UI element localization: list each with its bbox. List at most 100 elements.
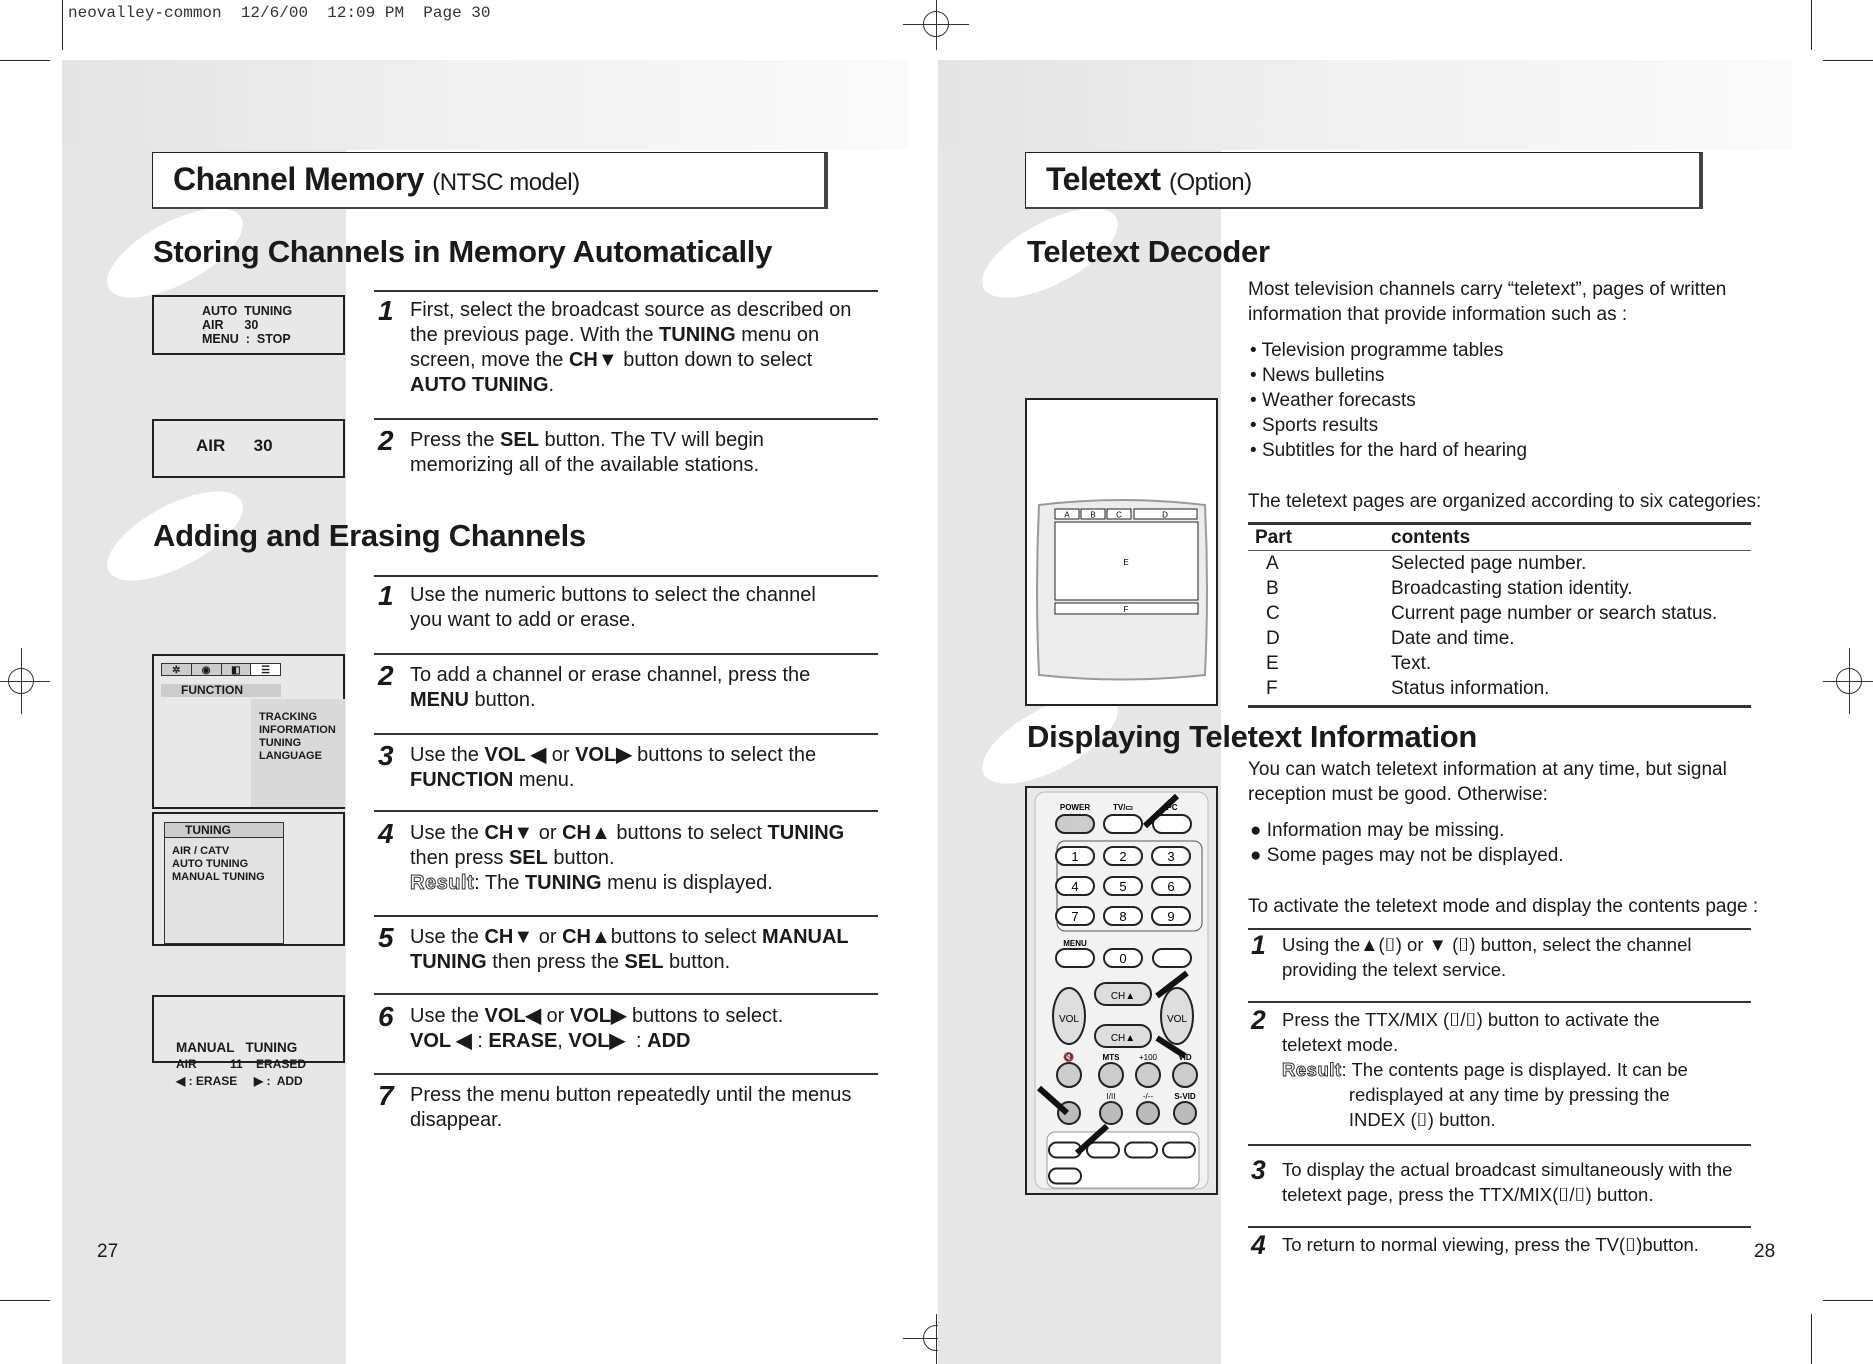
bullet-list: • Television programme tables • News bull…	[1250, 338, 1527, 463]
step-number: 4	[378, 818, 394, 849]
step-text: Using the▲(⌷) or ▼ (⌷) button, select th…	[1282, 934, 1692, 980]
table-row: E Text.	[1266, 653, 1432, 674]
remote-label: 8	[1119, 909, 1126, 924]
print-slug: neovalley-common 12/6/00 12:09 PM Page 3…	[68, 4, 491, 22]
remote-label: 5	[1119, 879, 1126, 894]
section-heading: Displaying Teletext Information	[1027, 719, 1478, 754]
teletext-button[interactable]	[1099, 1101, 1123, 1125]
remote-label: 9	[1167, 909, 1174, 924]
crop-mark	[1811, 0, 1812, 50]
svg-text:F: F	[1124, 605, 1129, 614]
step-text: Press the menu button repeatedly until t…	[410, 1084, 852, 1131]
svg-text:C: C	[1116, 511, 1122, 520]
step-number: 2	[378, 660, 394, 691]
bullet-item: • Subtitles for the hard of hearing	[1250, 440, 1528, 461]
intro-paragraph: You can watch teletext information at an…	[1248, 759, 1727, 805]
step-number: 2	[1251, 1005, 1266, 1035]
bullet-item: • Television programme tables	[1250, 340, 1504, 361]
step-text: Press the TTX/MIX (⌷/⌷) button to activa…	[1282, 1009, 1688, 1130]
vid-button[interactable]	[1172, 1062, 1198, 1088]
remote-label: CH▲	[1111, 1033, 1135, 1044]
mute-button[interactable]	[1056, 1062, 1082, 1088]
tv-label-a: A	[1064, 511, 1070, 520]
remote-label: 6	[1167, 879, 1174, 894]
table-intro: The teletext pages are organized accordi…	[1248, 491, 1762, 512]
gear-icon: ✲	[162, 664, 192, 676]
remote-label: MTS	[1103, 1053, 1121, 1062]
plus100-button[interactable]	[1135, 1062, 1161, 1088]
osd-tuning-menu: TUNING AIR / CATV AUTO TUNING MANUAL TUNIN…	[152, 812, 345, 946]
step-divider	[374, 993, 878, 995]
remote-label: S-VID	[1174, 1092, 1196, 1101]
step-divider	[1248, 928, 1751, 930]
svg-text:B: B	[1090, 511, 1095, 520]
page-header-band	[938, 60, 1792, 150]
tv-button[interactable]	[1103, 814, 1143, 834]
step-divider	[374, 653, 878, 655]
step-divider	[374, 915, 878, 917]
teletext-mode-button[interactable]	[1048, 1167, 1082, 1185]
remote-label: +100	[1139, 1053, 1158, 1062]
step-number: 1	[378, 295, 394, 326]
remote-label: I/II	[1107, 1092, 1116, 1101]
remote-label: POWER	[1060, 803, 1090, 812]
teletext-parts-table: Part contents A Selected page number. B Broa…	[1248, 522, 1751, 708]
bullet-list: ● Information may be missing. ● Some page…	[1250, 818, 1564, 868]
remote-label: VOL	[1059, 1014, 1079, 1025]
crop-mark	[0, 60, 50, 61]
teletext-button[interactable]	[1173, 1101, 1197, 1125]
step-number: 3	[378, 740, 394, 771]
teletext-button[interactable]	[1136, 1101, 1160, 1125]
crop-mark	[62, 0, 63, 50]
table-row: F Status information.	[1266, 678, 1550, 699]
bullet-item: • News bulletins	[1250, 365, 1385, 386]
step-divider	[374, 810, 878, 812]
osd-manual-tuning: MANUAL TUNING AIR 11 ERASED ◀ : ERASE ▶ : …	[152, 995, 345, 1088]
step-number: 1	[378, 580, 394, 611]
step-divider	[1248, 1144, 1751, 1146]
osd-air-channel: AIR 30	[152, 419, 345, 478]
step-text: Use the VOL◀ or VOL▶ buttons to select. V…	[410, 1005, 784, 1052]
remote-label: 1	[1071, 849, 1078, 864]
color-button[interactable]	[1124, 1141, 1158, 1159]
page-number: 28	[1754, 1241, 1776, 1262]
power-button[interactable]	[1055, 814, 1095, 834]
crop-mark	[1823, 60, 1873, 61]
remote-label: 3	[1167, 849, 1174, 864]
tv-screen-diagram: A B C D E F	[1025, 398, 1218, 706]
remote-label: CH▲	[1111, 991, 1135, 1002]
step-divider	[374, 733, 878, 735]
bullet-item: ● Some pages may not be displayed.	[1250, 845, 1564, 866]
section-heading: Teletext Decoder	[1027, 234, 1270, 269]
remote-label: 2	[1119, 849, 1126, 864]
table-row: C Current page number or search status.	[1266, 603, 1718, 624]
remote-label: TV/▭	[1113, 803, 1133, 812]
step-text: Use the CH▼ or CH▲buttons to select MANU…	[410, 926, 849, 973]
step-text: First, select the broadcast source as de…	[410, 299, 852, 396]
bullet-item: ● Information may be missing.	[1250, 820, 1505, 841]
osd-function-menu: ✲ ◉ ◧ ☰ FUNCTION TRACKING INFORMATION TUNI…	[152, 654, 345, 809]
step-text: Use the numeric buttons to select the ch…	[410, 584, 816, 631]
page-number: 27	[97, 1241, 119, 1262]
section-heading: Storing Channels in Memory Automatically	[153, 234, 773, 269]
menu-button[interactable]	[1055, 948, 1095, 968]
step-text: To display the actual broadcast simultan…	[1282, 1159, 1733, 1205]
table-row: B Broadcasting station identity.	[1266, 578, 1633, 599]
step-number: 3	[1251, 1155, 1266, 1185]
sound-icon: ◧	[222, 664, 252, 676]
mts-button[interactable]	[1098, 1062, 1124, 1088]
step-number: 4	[1251, 1230, 1266, 1260]
function-icon: ☰	[251, 664, 280, 676]
crop-mark	[0, 1300, 50, 1301]
color-button[interactable]	[1162, 1141, 1196, 1159]
color-button[interactable]	[1086, 1141, 1120, 1159]
step-divider	[374, 1073, 878, 1075]
step-divider	[1248, 1001, 1751, 1003]
page-title: Teletext (Option)	[1025, 152, 1703, 209]
osd-function-label: FUNCTION	[161, 684, 281, 697]
remote-control-diagram: POWER TV/▭ PC 1 2 3 4 5 6 7 8 9 MENU 0 CH▲ CH▲ VOL VOL 🔇 MT…	[1025, 786, 1218, 1195]
remote-label: 0	[1119, 951, 1126, 966]
remote-label: 🔇	[1063, 1051, 1074, 1062]
pc-button[interactable]	[1152, 814, 1192, 834]
index-button[interactable]	[1152, 948, 1192, 968]
